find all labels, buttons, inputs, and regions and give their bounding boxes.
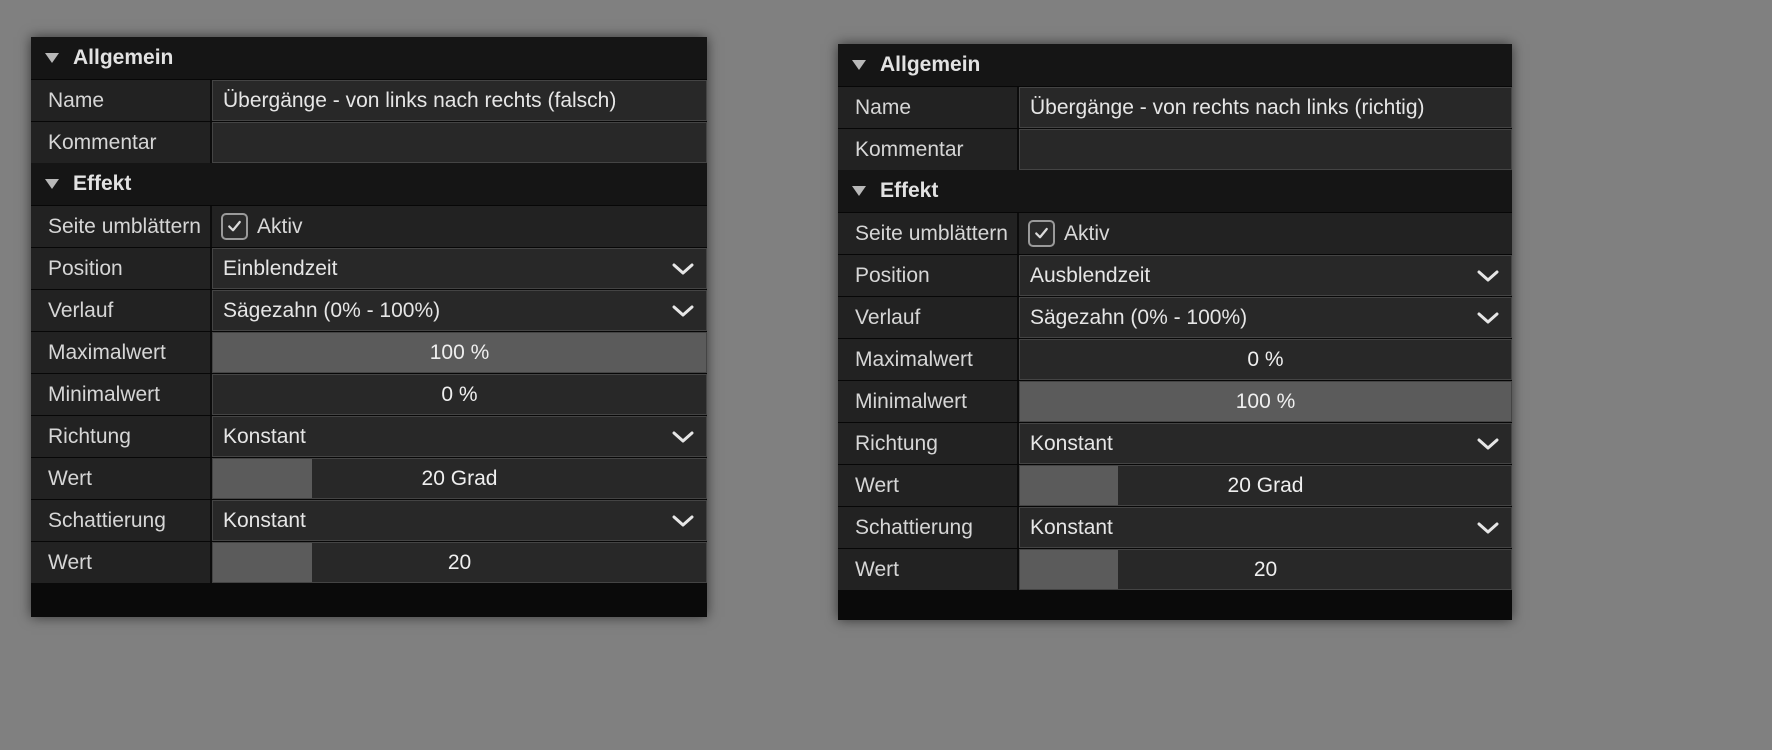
disclosure-triangle-icon — [852, 60, 866, 70]
chevron-down-icon — [1477, 521, 1499, 535]
direction-value-text: 20 Grad — [213, 459, 706, 498]
label-shading: Schattierung — [838, 507, 1019, 548]
label-value: Wert — [838, 549, 1019, 590]
comment-input-text — [213, 123, 706, 162]
min-value: 100 % — [1020, 382, 1511, 421]
direction-value-slider[interactable]: 20 Grad — [1019, 465, 1512, 506]
shading-value-text: 20 — [213, 543, 706, 582]
name-input[interactable]: Übergänge - von rechts nach links (richt… — [1019, 87, 1512, 128]
comment-input[interactable] — [1019, 129, 1512, 170]
section-title: Effekt — [880, 179, 938, 203]
disclosure-triangle-icon — [852, 186, 866, 196]
label-value: Wert — [31, 542, 212, 583]
label-min: Minimalwert — [838, 381, 1019, 422]
gradient-dropdown[interactable]: Sägezahn (0% - 100%) — [1019, 297, 1512, 338]
label-shading: Schattierung — [31, 500, 212, 541]
section-header-general[interactable]: Allgemein — [31, 37, 707, 79]
shading-dropdown[interactable]: Konstant — [212, 500, 707, 541]
properties-panel-left: Allgemein Name Übergänge - von links nac… — [31, 37, 707, 617]
disclosure-triangle-icon — [45, 179, 59, 189]
chevron-down-icon — [672, 430, 694, 444]
checkmark-icon — [227, 219, 242, 234]
label-gradient: Verlauf — [31, 290, 212, 331]
section-title: Allgemein — [880, 53, 980, 77]
direction-dropdown[interactable]: Konstant — [212, 416, 707, 457]
label-min: Minimalwert — [31, 374, 212, 415]
position-dropdown[interactable]: Einblendzeit — [212, 248, 707, 289]
shading-value: Konstant — [1030, 516, 1113, 540]
gradient-value: Sägezahn (0% - 100%) — [1030, 306, 1247, 330]
label-position: Position — [838, 255, 1019, 296]
max-value: 0 % — [1020, 340, 1511, 379]
label-position: Position — [31, 248, 212, 289]
direction-value-slider[interactable]: 20 Grad — [212, 458, 707, 499]
checkmark-icon — [1034, 226, 1049, 241]
min-slider[interactable]: 100 % — [1019, 381, 1512, 422]
gradient-dropdown[interactable]: Sägezahn (0% - 100%) — [212, 290, 707, 331]
chevron-down-icon — [1477, 311, 1499, 325]
active-checkbox[interactable] — [1028, 220, 1055, 247]
position-value: Einblendzeit — [223, 257, 337, 281]
label-comment: Kommentar — [31, 122, 212, 163]
direction-value: Konstant — [1030, 432, 1113, 456]
direction-value-text: 20 Grad — [1020, 466, 1511, 505]
direction-value: Konstant — [223, 425, 306, 449]
name-input-text: Übergänge - von links nach rechts (falsc… — [213, 81, 706, 120]
label-direction: Richtung — [31, 416, 212, 457]
position-value: Ausblendzeit — [1030, 264, 1150, 288]
shading-value-slider[interactable]: 20 — [212, 542, 707, 583]
label-value: Wert — [838, 465, 1019, 506]
max-value: 100 % — [213, 333, 706, 372]
chevron-down-icon — [672, 514, 694, 528]
label-max: Maximalwert — [31, 332, 212, 373]
label-pageturn: Seite umblättern — [838, 213, 1019, 254]
max-slider[interactable]: 100 % — [212, 332, 707, 373]
chevron-down-icon — [1477, 269, 1499, 283]
label-direction: Richtung — [838, 423, 1019, 464]
active-field: Aktiv — [212, 206, 707, 247]
label-name: Name — [31, 80, 212, 121]
label-max: Maximalwert — [838, 339, 1019, 380]
shading-value: Konstant — [223, 509, 306, 533]
label-comment: Kommentar — [838, 129, 1019, 170]
section-title: Allgemein — [73, 46, 173, 70]
direction-dropdown[interactable]: Konstant — [1019, 423, 1512, 464]
active-label: Aktiv — [1064, 222, 1110, 246]
shading-dropdown[interactable]: Konstant — [1019, 507, 1512, 548]
chevron-down-icon — [672, 304, 694, 318]
section-header-effect[interactable]: Effekt — [31, 163, 707, 205]
section-header-effect[interactable]: Effekt — [838, 170, 1512, 212]
gradient-value: Sägezahn (0% - 100%) — [223, 299, 440, 323]
label-name: Name — [838, 87, 1019, 128]
name-input-text: Übergänge - von rechts nach links (richt… — [1020, 88, 1511, 127]
comment-input-text — [1020, 130, 1511, 169]
label-pageturn: Seite umblättern — [31, 206, 212, 247]
max-slider[interactable]: 0 % — [1019, 339, 1512, 380]
disclosure-triangle-icon — [45, 53, 59, 63]
label-value: Wert — [31, 458, 212, 499]
shading-value-slider[interactable]: 20 — [1019, 549, 1512, 590]
active-field: Aktiv — [1019, 213, 1512, 254]
comment-input[interactable] — [212, 122, 707, 163]
chevron-down-icon — [672, 262, 694, 276]
shading-value-text: 20 — [1020, 550, 1511, 589]
section-header-general[interactable]: Allgemein — [838, 44, 1512, 86]
label-gradient: Verlauf — [838, 297, 1019, 338]
properties-panel-right: Allgemein Name Übergänge - von rechts na… — [838, 44, 1512, 620]
position-dropdown[interactable]: Ausblendzeit — [1019, 255, 1512, 296]
chevron-down-icon — [1477, 437, 1499, 451]
active-label: Aktiv — [257, 215, 303, 239]
min-slider[interactable]: 0 % — [212, 374, 707, 415]
section-title: Effekt — [73, 172, 131, 196]
min-value: 0 % — [213, 375, 706, 414]
active-checkbox[interactable] — [221, 213, 248, 240]
name-input[interactable]: Übergänge - von links nach rechts (falsc… — [212, 80, 707, 121]
